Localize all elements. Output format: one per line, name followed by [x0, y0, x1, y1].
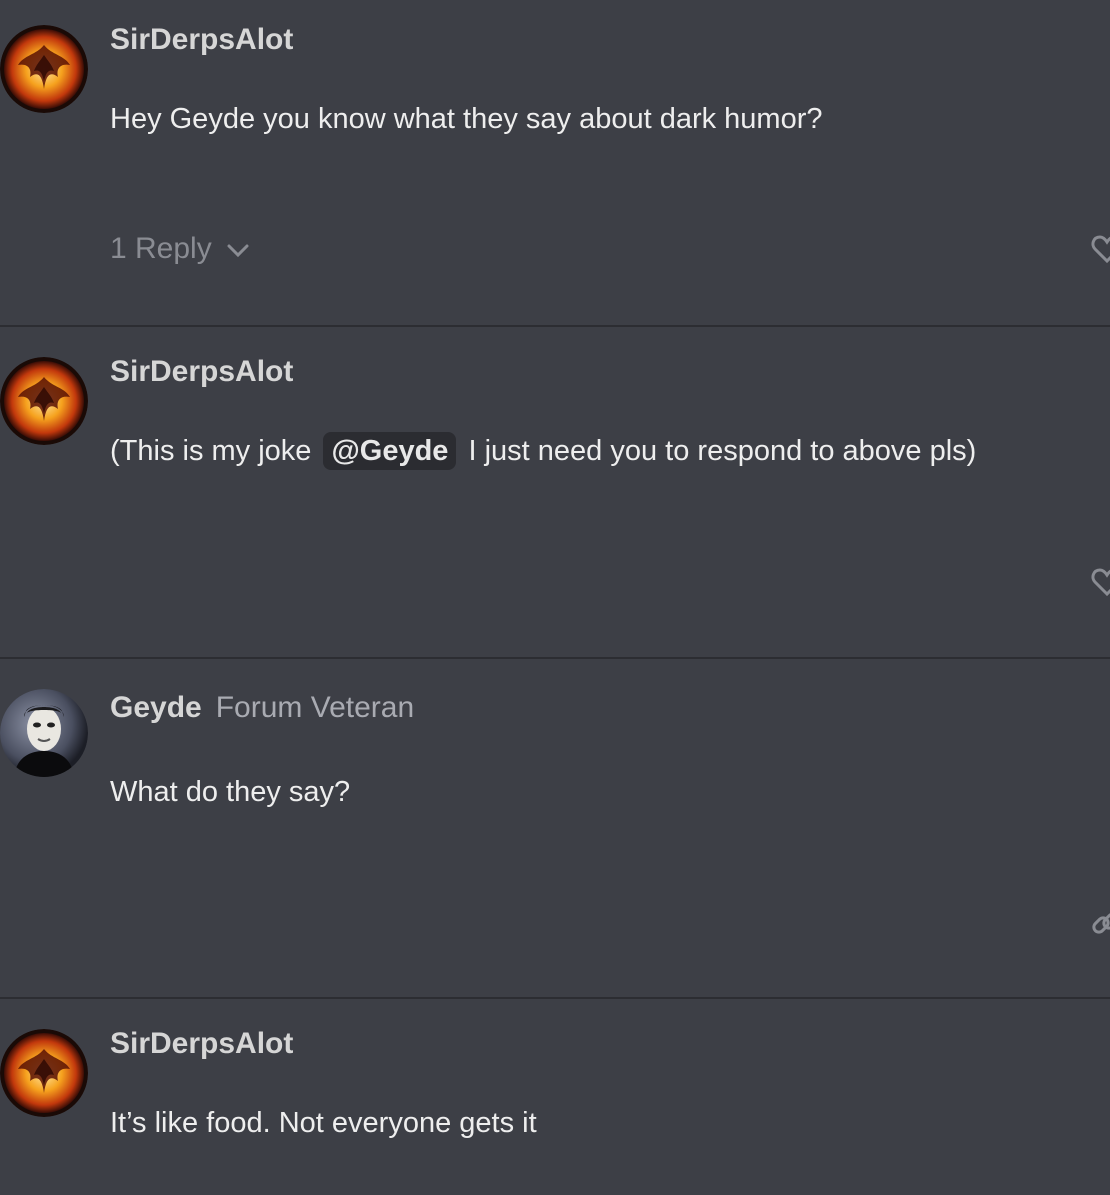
post-body: Hey Geyde you know what they say about d…: [110, 103, 823, 135]
author-name[interactable]: SirDerpsAlot: [110, 355, 293, 388]
link-icon[interactable]: [1090, 907, 1110, 941]
post-4: SirDerpsAlot It’s like food. Not everyon…: [0, 999, 1110, 1195]
heart-icon[interactable]: [1090, 232, 1110, 266]
post-2: SirDerpsAlot (This is my joke @Geyde I j…: [0, 327, 1110, 659]
phoenix-avatar[interactable]: [0, 357, 88, 445]
post-1: SirDerpsAlot Hey Geyde you know what the…: [0, 0, 1110, 327]
replies-toggle-button[interactable]: 1 Reply: [110, 231, 250, 268]
replies-toggle-label: 1 Reply: [110, 232, 212, 265]
author-name[interactable]: SirDerpsAlot: [110, 1027, 293, 1060]
post-body: It’s like food. Not everyone gets it: [110, 1107, 537, 1139]
author-name[interactable]: SirDerpsAlot: [110, 23, 293, 56]
post-body: (This is my joke @Geyde I just need you …: [110, 432, 976, 470]
post-author-line: SirDerpsAlot: [110, 354, 293, 390]
post-author-line: SirDerpsAlot: [110, 1026, 293, 1062]
post-3: Geyde Forum Veteran What do they say?: [0, 659, 1110, 999]
heart-icon[interactable]: [1090, 565, 1110, 599]
post-body-text: (This is my joke: [110, 435, 312, 467]
post-author-line: SirDerpsAlot: [110, 22, 293, 58]
post-author-line: Geyde Forum Veteran: [110, 690, 414, 726]
chevron-down-icon: [226, 232, 250, 268]
user-mention-link[interactable]: @Geyde: [323, 432, 457, 470]
user-rank-badge: Forum Veteran: [215, 691, 415, 724]
masked-face-avatar[interactable]: [0, 689, 88, 777]
post-body-text: I just need you to respond to above pls): [468, 435, 977, 467]
phoenix-avatar[interactable]: [0, 1029, 88, 1117]
phoenix-avatar[interactable]: [0, 25, 88, 113]
author-name[interactable]: Geyde: [110, 691, 202, 724]
post-body: What do they say?: [110, 776, 351, 808]
